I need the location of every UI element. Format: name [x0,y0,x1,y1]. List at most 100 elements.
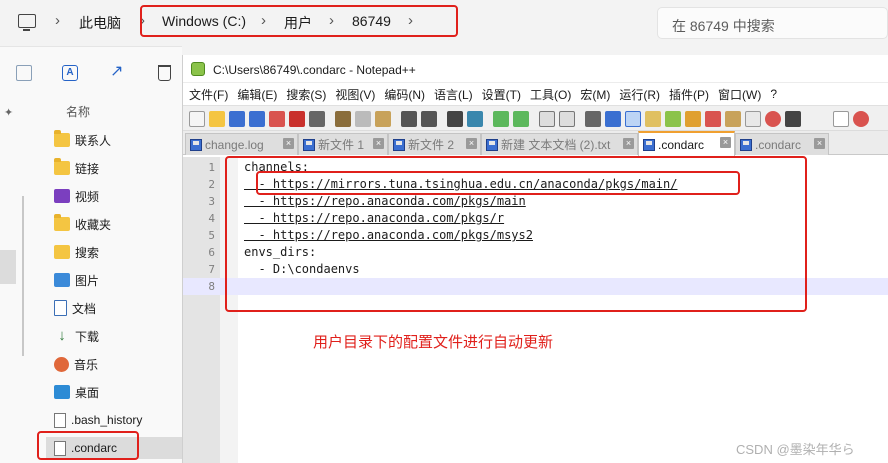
list-item[interactable]: 链接 [54,157,99,179]
menu-view[interactable]: 视图(V) [332,86,381,103]
saved-file-icon [643,138,655,151]
close-file-icon[interactable] [269,111,285,127]
open-file-icon[interactable] [209,111,225,127]
new-file-icon[interactable] [189,111,205,127]
list-item[interactable]: 搜索 [54,241,99,263]
sync-vertical-icon[interactable] [539,111,555,127]
paste-icon[interactable] [375,111,391,127]
menu-language[interactable]: 语言(L) [431,86,479,103]
print-icon[interactable] [309,111,325,127]
file-list: ✦ 名称 联系人 链接 视频 收藏夹 搜索 图片 文档 ↓ 下载 音乐 桌面 .… [0,96,182,463]
line-number: 6 [208,246,215,259]
rename-icon[interactable]: A [62,65,78,81]
monitoring-icon[interactable] [725,111,741,127]
music-folder-icon [54,356,69,372]
saved-file-icon [740,138,752,151]
undo-icon[interactable] [401,111,417,127]
item-label: 桌面 [75,385,100,400]
close-tab-icon[interactable]: × [283,138,294,149]
close-tab-icon[interactable]: × [720,137,731,148]
eye-icon[interactable] [785,111,801,127]
menu-edit[interactable]: 编辑(E) [234,86,283,103]
stop-record-icon[interactable] [765,111,781,127]
cut-icon[interactable] [335,111,351,127]
line-number: 3 [208,195,215,208]
name-column-header[interactable]: 名称 [66,103,90,120]
list-item[interactable]: ↓ 下载 [54,325,99,347]
close-tab-icon[interactable]: × [814,138,825,149]
this-pc-icon[interactable] [18,14,36,31]
list-item[interactable]: 收藏夹 [54,213,111,235]
menu-search[interactable]: 搜索(S) [283,86,332,103]
doc-map-icon[interactable] [665,111,681,127]
folder-workspace-icon[interactable] [705,111,721,127]
zoom-out-icon[interactable] [513,111,529,127]
save-all-icon[interactable] [249,111,265,127]
tab-condarc-active[interactable]: .condarc × [638,131,735,156]
close-tab-icon[interactable]: × [466,138,477,149]
item-label: 搜索 [75,245,100,260]
close-tab-icon[interactable]: × [623,138,634,149]
menu-settings[interactable]: 设置(T) [479,86,527,103]
list-item[interactable]: 音乐 [54,353,98,375]
tab-new-file-1[interactable]: 新文件 1 × [298,133,388,155]
tab-new-file-2[interactable]: 新文件 2 × [388,133,481,155]
tab-change-log[interactable]: change.log × [185,133,298,155]
tab-label: .condarc [658,137,705,152]
show-all-chars-icon[interactable] [605,111,621,127]
word-wrap-icon[interactable] [585,111,601,127]
tab-label: 新文件 2 [408,138,455,152]
share-icon[interactable]: ↗ [110,64,126,81]
menu-plugins[interactable]: 插件(P) [666,86,715,103]
copy-icon[interactable] [16,65,32,81]
window-title: C:\Users\86749\.condarc - Notepad++ [213,63,416,77]
user-language-icon[interactable] [645,111,661,127]
menu-run[interactable]: 运行(R) [616,86,666,103]
record-icon[interactable] [745,111,761,127]
list-item[interactable]: 桌面 [54,381,99,403]
menu-encoding[interactable]: 编码(N) [381,86,431,103]
tab-label: 新文件 1 [318,138,365,152]
save-icon[interactable] [229,111,245,127]
close-tab-icon[interactable]: × [373,138,384,149]
copy-icon[interactable] [355,111,371,127]
function-list-icon[interactable] [685,111,701,127]
indent-guide-icon[interactable] [625,111,641,127]
menu-window[interactable]: 窗口(W) [715,86,767,103]
scrollbar[interactable] [22,196,24,356]
search-input[interactable]: 在 86749 中搜索 [657,7,888,39]
list-item[interactable]: 联系人 [54,129,111,151]
menu-file[interactable]: 文件(F) [186,86,234,103]
menu-macro[interactable]: 宏(M) [577,86,616,103]
menu-tools[interactable]: 工具(O) [527,86,577,103]
folder-icon [54,130,70,147]
tab-new-text-document[interactable]: 新建 文本文档 (2).txt × [481,133,638,155]
list-item[interactable]: 视频 [54,185,99,207]
menu-help[interactable]: ? [767,87,783,101]
zoom-in-icon[interactable] [493,111,509,127]
close-all-icon[interactable] [289,111,305,127]
tsinghua-mirror-highlight-box [256,171,740,195]
tab-bar: change.log × 新文件 1 × 新文件 2 × 新建 文本文档 (2)… [183,131,888,156]
breadcrumb-this-pc[interactable]: 此电脑 [79,13,121,33]
macro-play-icon[interactable] [853,111,869,127]
list-item[interactable]: 文档 [54,297,96,319]
sync-horizontal-icon[interactable] [559,111,575,127]
delete-icon[interactable] [158,65,171,81]
line-number: 8 [208,280,215,293]
address-highlight-box [140,5,458,37]
find-icon[interactable] [447,111,463,127]
saved-file-icon [190,138,202,151]
redo-icon[interactable] [421,111,437,127]
tab-condarc[interactable]: .condarc × [735,133,829,155]
replace-icon[interactable] [467,111,483,127]
pictures-folder-icon [54,273,70,287]
list-item[interactable]: .bash_history [54,409,142,431]
macro-record-icon[interactable] [833,111,849,127]
saved-file-icon [393,138,405,151]
item-label: 联系人 [75,133,112,148]
notepad-logo-icon [191,62,205,76]
list-item[interactable]: 图片 [54,269,99,291]
pin-icon[interactable]: ✦ [4,106,13,119]
folder-icon [54,214,70,231]
